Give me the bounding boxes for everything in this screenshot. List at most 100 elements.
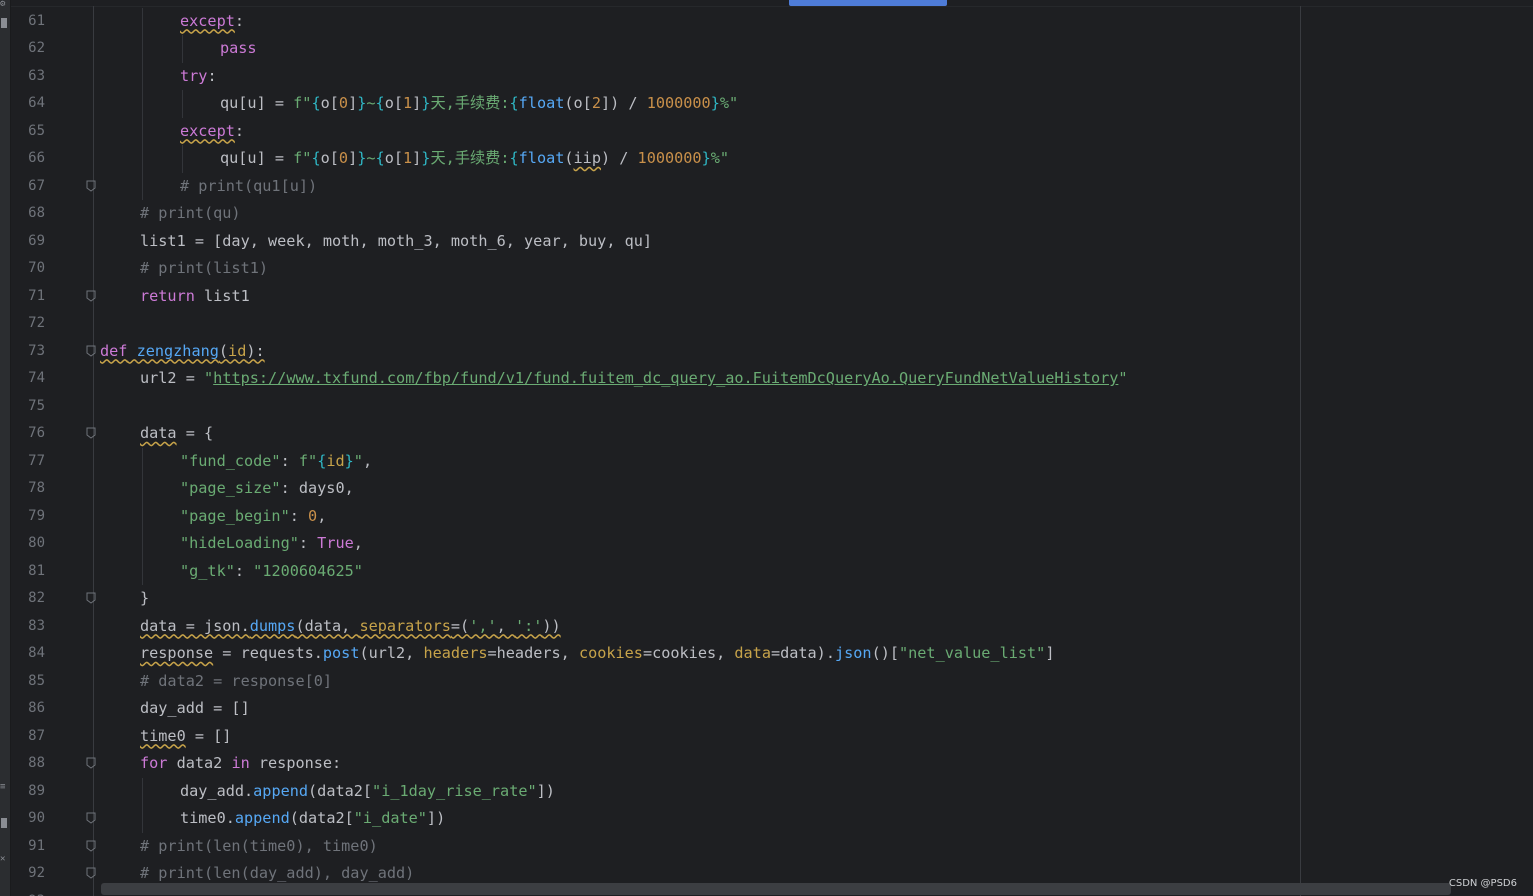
line-number: 87 [28,727,45,744]
indent-guide [182,145,183,173]
line-number: 89 [28,782,45,799]
line-number: 63 [28,67,45,84]
code-line[interactable]: 84 response = requests.post(url2, headers… [11,640,1533,668]
code-line[interactable]: 80 "hideLoading": True, [11,530,1533,558]
code-text[interactable]: "page_size": days0, [180,475,354,503]
code-text[interactable]: # print(list1) [140,255,268,283]
code-text[interactable]: return list1 [140,283,250,311]
fold-marker-icon[interactable] [86,757,96,769]
fold-marker-icon[interactable] [86,180,96,192]
code-text[interactable]: "hideLoading": True, [180,530,363,558]
line-number: 62 [28,40,45,56]
code-text[interactable]: except: [180,8,244,36]
tool-window-icon[interactable]: ⚙ [0,0,9,9]
code-line[interactable]: 69 list1 = [day, week, moth, moth_3, moth… [11,228,1533,256]
line-number: 86 [28,700,45,716]
code-text[interactable]: time0.append(data2["i_date"]) [180,805,445,833]
code-text[interactable]: # print(qu) [140,200,241,228]
watermark: CSDN @PSD6 [1448,878,1517,889]
code-line[interactable]: 72 [11,310,1533,338]
code-text[interactable]: # print(len(time0), time0) [140,833,378,861]
code-text[interactable]: data = { [140,420,213,448]
fold-marker-icon[interactable] [86,345,96,357]
code-text[interactable]: day_add.append(data2["i_1day_rise_rate"]… [180,778,555,806]
code-line[interactable]: 89 day_add.append(data2["i_1day_rise_rate… [11,777,1533,806]
line-number: 80 [28,535,45,551]
code-text[interactable]: except: [180,118,244,146]
indent-guide [142,35,143,63]
code-text[interactable]: response = requests.post(url2, headers=h… [140,640,1054,668]
code-text[interactable]: def zengzhang(id): [100,338,265,366]
code-line[interactable]: 62 pass [11,35,1533,63]
code-text[interactable]: "fund_code": f"{id}", [180,448,372,476]
line-number: 77 [28,452,45,469]
line-number: 92 [28,865,45,881]
code-line[interactable]: 87 time0 = [] [11,723,1533,751]
code-line[interactable]: 67 # print(qu1[u]) [11,172,1533,201]
indent-guide [142,7,143,35]
line-number: 66 [28,150,45,166]
code-text[interactable]: "page_begin": 0, [180,503,326,531]
code-text[interactable]: url2 = "https://www.txfund.com/fbp/fund/… [140,365,1128,393]
code-line[interactable]: 61 except: [11,7,1533,36]
code-line[interactable]: 75 [11,393,1533,421]
code-line[interactable]: 71 return list1 [11,283,1533,311]
line-number: 68 [28,205,45,221]
code-text[interactable]: day_add = [] [140,695,250,723]
code-line[interactable]: 74 url2 = "https://www.txfund.com/fbp/fun… [11,365,1533,393]
structure-tab-icon[interactable]: ≡ [0,783,9,792]
code-text[interactable]: qu[u] = f"{o[0]}~{o[1]}天,手续费:{float(o[2]… [220,90,738,118]
fold-marker-icon[interactable] [86,812,96,824]
code-line[interactable]: 76 data = { [11,420,1533,448]
code-text[interactable]: data = json.dumps(data, separators=(',',… [140,613,561,641]
code-line[interactable]: 85 # data2 = response[0] [11,668,1533,696]
code-line[interactable]: 70 # print(list1) [11,255,1533,283]
code-line[interactable]: 86 day_add = [] [11,695,1533,723]
line-number: 64 [28,95,45,111]
code-text[interactable]: try: [180,63,217,91]
code-text[interactable]: qu[u] = f"{o[0]}~{o[1]}天,手续费:{float(iip)… [220,145,729,173]
indent-guide [142,117,143,145]
code-line[interactable]: 83 data = json.dumps(data, separators=(',… [11,613,1533,641]
fold-marker-icon[interactable] [86,840,96,852]
indent-guide [142,475,143,503]
code-line[interactable]: 77 "fund_code": f"{id}", [11,447,1533,476]
code-line[interactable]: 88 for data2 in response: [11,750,1533,778]
horizontal-scrollbar[interactable] [101,883,1451,895]
code-line[interactable]: 73 def zengzhang(id): [11,338,1533,366]
code-line[interactable]: 78 "page_size": days0, [11,475,1533,503]
code-line[interactable]: 68 # print(qu) [11,200,1533,228]
fold-marker-icon[interactable] [86,867,96,879]
code-text[interactable]: "g_tk": "1200604625" [180,558,363,586]
code-text[interactable]: } [140,585,149,613]
code-line[interactable]: 66 qu[u] = f"{o[0]}~{o[1]}天,手续费:{float(ii… [11,145,1533,173]
code-text[interactable]: list1 = [day, week, moth, moth_3, moth_6… [140,228,652,256]
code-editor[interactable]: 61 except: 62 pass 63 try: 64 qu[u] = f"{o[0]}~… [11,0,1533,896]
line-number: 93 [11,888,45,896]
code-text[interactable]: time0 = [] [140,723,231,751]
indent-guide [142,145,143,173]
code-text[interactable]: # print(qu1[u]) [180,173,317,201]
tool-window-marker[interactable] [1,18,7,28]
tool-window-marker[interactable] [1,818,7,828]
code-line[interactable]: 64 qu[u] = f"{o[0]}~{o[1]}天,手续费:{float(o[… [11,90,1533,118]
line-number: 82 [28,590,45,606]
line-number: 84 [28,645,45,661]
code-line[interactable]: 91 # print(len(time0), time0) [11,833,1533,861]
indent-guide [142,557,143,585]
fold-marker-icon[interactable] [86,592,96,604]
code-line[interactable]: 79 "page_begin": 0, [11,502,1533,531]
fold-marker-icon[interactable] [86,427,96,439]
fold-marker-icon[interactable] [86,290,96,302]
code-text[interactable]: # data2 = response[0] [140,668,332,696]
code-line[interactable]: 81 "g_tk": "1200604625" [11,557,1533,586]
code-line[interactable]: 82} [11,585,1533,613]
line-number: 81 [28,562,45,579]
line-number: 79 [28,507,45,524]
code-line[interactable]: 90 time0.append(data2["i_date"]) [11,805,1533,833]
code-line[interactable]: 63 try: [11,62,1533,91]
code-text[interactable]: for data2 in response: [140,750,341,778]
code-text[interactable]: pass [220,35,257,63]
code-line[interactable]: 65 except: [11,117,1533,146]
bookmarks-tab-icon[interactable]: ✕ [0,855,9,864]
